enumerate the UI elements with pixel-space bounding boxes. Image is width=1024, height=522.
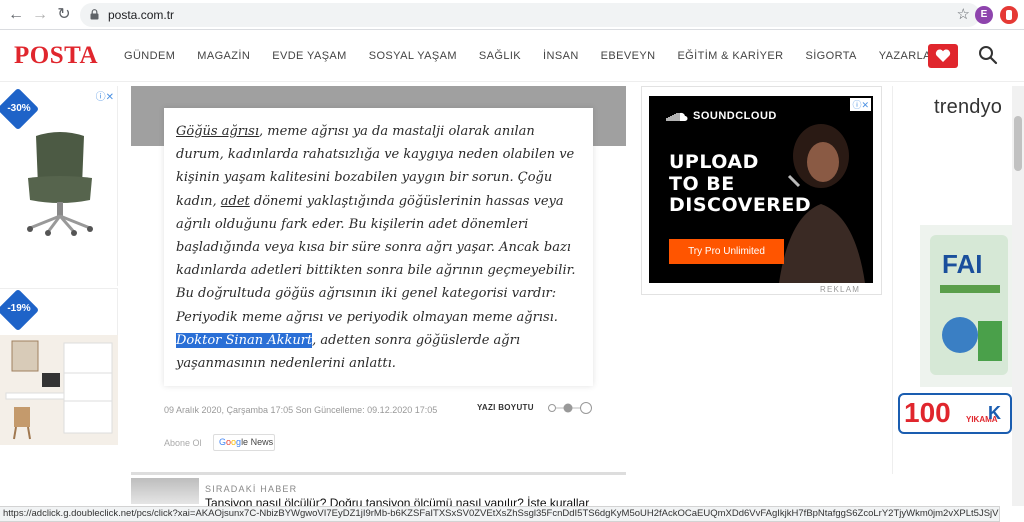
nav-item-ebeveyn[interactable]: EBEVEYN — [601, 50, 656, 62]
discount-badge-text: -30% — [7, 103, 31, 114]
article-date: 09 Aralık 2020, Çarşamba 17:05 Son Günce… — [164, 404, 454, 416]
gnews-letter: G — [219, 437, 227, 447]
left-ad-furniture[interactable]: -19% — [0, 288, 118, 445]
lock-icon — [90, 9, 99, 20]
ad-label: REKLAM — [820, 285, 861, 294]
highlighted-author-name[interactable]: Doktor Sinan Akkurt — [176, 332, 313, 348]
nav-item-insan[interactable]: İNSAN — [543, 50, 579, 62]
ad-headline: UPLOAD TO BE DISCOVERED — [669, 151, 812, 217]
page-scrollbar[interactable] — [1012, 86, 1024, 506]
forward-icon[interactable]: → — [30, 5, 50, 25]
extension-icon[interactable] — [1000, 6, 1018, 24]
nav-item-gundem[interactable]: GÜNDEM — [124, 50, 175, 62]
adchoices-close-icon[interactable]: ⓘ✕ — [850, 98, 871, 111]
search-icon[interactable] — [978, 45, 998, 65]
url-text: posta.com.tr — [108, 8, 175, 22]
reload-icon[interactable]: ↻ — [54, 5, 74, 25]
font-size-label: YAZI BOYUTU — [477, 403, 534, 412]
publish-date: 09 Aralık 2020, Çarşamba 17:05 — [164, 405, 294, 415]
nav-item-sigorta[interactable]: SİGORTA — [805, 50, 856, 62]
status-bar-url: https://adclick.g.doubleclick.net/pcs/cl… — [0, 506, 1000, 522]
next-article-thumbnail[interactable] — [131, 478, 199, 504]
profile-avatar[interactable]: E — [975, 6, 993, 24]
google-news-button[interactable]: Google News — [213, 434, 275, 451]
product-image: FAI — [920, 225, 1012, 387]
ad-headline-line: UPLOAD — [669, 151, 759, 173]
article-text-2: dönemi yaklaştığında göğüslerinin hassas… — [176, 193, 576, 325]
screen: ← → ↻ posta.com.tr ☆ E POSTA GÜNDEM MAGA… — [0, 0, 1024, 522]
furniture-image — [0, 335, 118, 445]
updated-label: Son Güncelleme: — [295, 405, 365, 415]
adchoices-icon[interactable]: ⓘ✕ — [96, 88, 114, 103]
discount-badge-text: -19% — [7, 303, 31, 314]
article-link-gogus-agrisi[interactable]: Göğüs ağrısı — [176, 124, 259, 139]
gnews-text: le News — [241, 437, 274, 447]
trendyol-logo: trendyo — [934, 96, 1003, 118]
svg-text:FAI: FAI — [942, 249, 982, 279]
article-link-adet[interactable]: adet — [221, 194, 250, 209]
next-article-label: SIRADAKİ HABER — [205, 484, 298, 494]
ad-headline-line: TO BE — [669, 172, 735, 195]
bookmark-star-icon[interactable]: ☆ — [957, 5, 970, 23]
nav-item-egitim-kariyer[interactable]: EĞİTİM & KARİYER — [677, 50, 783, 62]
font-size-slider[interactable] — [547, 401, 593, 415]
nav-item-magazin[interactable]: MAGAZİN — [197, 50, 250, 62]
try-pro-button[interactable]: Try Pro Unlimited — [669, 239, 784, 264]
price-number: 100 — [904, 397, 951, 428]
price-box: 100 YIKAMA K — [898, 393, 1012, 434]
main-nav: GÜNDEM MAGAZİN EVDE YAŞAM SOSYAL YAŞAM S… — [124, 50, 961, 62]
back-icon[interactable]: ← — [6, 5, 26, 25]
ad-headline-line: DISCOVERED — [669, 194, 812, 216]
nav-item-sosyal-yasam[interactable]: SOSYAL YAŞAM — [369, 50, 457, 62]
article-paragraph: Göğüs ağrısı, meme ağrısı ya da mastalji… — [176, 120, 581, 375]
subscribe-label[interactable]: Abone Ol — [164, 438, 202, 448]
favorites-button[interactable] — [928, 44, 958, 68]
left-ad-chair[interactable]: -30% ⓘ✕ — [0, 86, 118, 286]
nav-item-saglik[interactable]: SAĞLIK — [479, 50, 521, 62]
price-suffix: K — [988, 403, 1001, 423]
site-logo[interactable]: POSTA — [14, 42, 98, 70]
browser-toolbar: ← → ↻ posta.com.tr ☆ E — [0, 0, 1024, 30]
soundcloud-logo-icon — [666, 112, 688, 121]
article-body: Göğüs ağrısı, meme ağrısı ya da mastalji… — [164, 108, 593, 386]
nav-item-evde-yasam[interactable]: EVDE YAŞAM — [272, 50, 347, 62]
soundcloud-brand: SOUNDCLOUD — [693, 110, 777, 122]
heart-icon — [935, 49, 951, 62]
address-bar[interactable]: posta.com.tr ☆ — [80, 3, 980, 27]
section-divider — [131, 472, 626, 475]
soundcloud-ad[interactable]: SOUNDCLOUD UPLOAD TO BE DISCOVERED Try P… — [649, 96, 873, 283]
site-header: POSTA GÜNDEM MAGAZİN EVDE YAŞAM SOSYAL Y… — [0, 30, 1024, 82]
chair-image — [27, 132, 93, 236]
updated-date: 09.12.2020 17:05 — [367, 405, 438, 415]
scrollbar-thumb[interactable] — [1014, 116, 1022, 171]
